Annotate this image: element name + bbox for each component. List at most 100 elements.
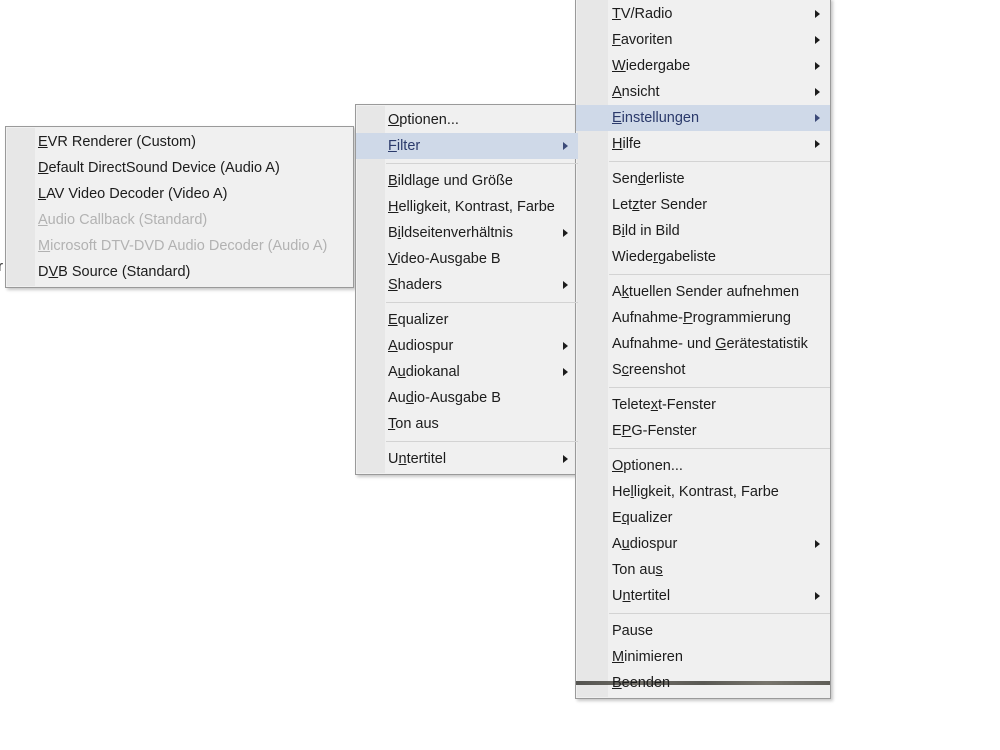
main-context-menu-list: TV/Radio FavoritenWiedergabeAnsicht Einste…	[576, 1, 830, 696]
main-context-menu-separator	[609, 448, 830, 449]
main-context-menu-item-aufnahme-und-geratestatistik[interactable]: Aufnahme- und Gerätestatistik	[576, 331, 830, 357]
main-context-menu-item-wiedergabe[interactable]: Wiedergabe	[576, 53, 830, 79]
settings-submenu-item-untertitel[interactable]: Untertitel	[356, 446, 578, 472]
settings-submenu-item-label: Bildlage und Größe	[388, 173, 513, 189]
settings-submenu-item-label: Bildseitenverhältnis	[388, 225, 513, 241]
main-context-menu-item-label: Beenden	[612, 675, 670, 691]
main-context-menu-item-beenden[interactable]: Beenden	[576, 670, 830, 696]
main-context-menu-item-label: Einstellungen	[612, 110, 699, 126]
main-context-menu-item-label: Hilfe	[612, 136, 641, 152]
settings-submenu-item-optionen[interactable]: Optionen...	[356, 107, 578, 133]
filter-device-menu-item-label: Audio Callback (Standard)	[38, 212, 207, 228]
main-context-menu-item-label: Minimieren	[612, 649, 683, 665]
filter-device-menu-item-default-directsound-device-audio-a[interactable]: Default DirectSound Device (Audio A)	[6, 155, 353, 181]
filter-device-menu-item-label: Default DirectSound Device (Audio A)	[38, 160, 280, 176]
settings-submenu-item-label: Video-Ausgabe B	[388, 251, 501, 267]
main-context-menu-item-audiospur[interactable]: Audiospur	[576, 531, 830, 557]
filter-device-menu-item-dvb-source-standard[interactable]: DVB Source (Standard)	[6, 259, 353, 285]
main-context-menu-item-equalizer[interactable]: Equalizer	[576, 505, 830, 531]
settings-submenu-item-video-ausgabe-b[interactable]: Video-Ausgabe B	[356, 246, 578, 272]
settings-submenu-item-label: Untertitel	[388, 451, 446, 467]
submenu-arrow-icon	[815, 540, 820, 548]
main-context-menu-item-ansicht[interactable]: Ansicht	[576, 79, 830, 105]
settings-submenu-item-label: Ton aus	[388, 416, 439, 432]
main-context-menu-item-ton-aus[interactable]: Ton aus	[576, 557, 830, 583]
filter-device-menu-item-evr-renderer-custom[interactable]: EVR Renderer (Custom)	[6, 129, 353, 155]
main-context-menu-separator	[609, 161, 830, 162]
main-context-menu-item-aufnahme-programmierung[interactable]: Aufnahme-Programmierung	[576, 305, 830, 331]
main-context-menu-item-label: Equalizer	[612, 510, 672, 526]
settings-submenu-item-label: Shaders	[388, 277, 442, 293]
main-context-menu-item-epg-fenster[interactable]: EPG-Fenster	[576, 418, 830, 444]
main-context-menu-item-pause[interactable]: Pause	[576, 618, 830, 644]
settings-submenu-separator	[386, 163, 578, 164]
main-context-menu-item-label: Wiedergabeliste	[612, 249, 716, 265]
settings-submenu-item-label: Audiospur	[388, 338, 453, 354]
filter-device-menu[interactable]: EVR Renderer (Custom) Default DirectSound…	[5, 126, 354, 288]
submenu-arrow-icon	[563, 229, 568, 237]
main-context-menu-separator	[609, 387, 830, 388]
main-context-menu-item-label: Optionen...	[612, 458, 683, 474]
main-context-menu-item-label: TV/Radio	[612, 6, 672, 22]
settings-submenu-list: Optionen... Filter Bildlage und Größe Helli…	[356, 107, 578, 472]
main-context-menu-item-tv-radio[interactable]: TV/Radio	[576, 1, 830, 27]
settings-submenu-item-label: Helligkeit, Kontrast, Farbe	[388, 199, 555, 215]
main-context-menu-item-label: EPG-Fenster	[612, 423, 697, 439]
submenu-arrow-icon	[563, 281, 568, 289]
main-context-menu-item-wiedergabeliste[interactable]: Wiedergabeliste	[576, 244, 830, 270]
submenu-arrow-icon	[815, 62, 820, 70]
main-context-menu-item-label: Senderliste	[612, 171, 685, 187]
filter-device-menu-item-label: DVB Source (Standard)	[38, 264, 190, 280]
main-context-menu-item-label: Ton aus	[612, 562, 663, 578]
main-context-menu[interactable]: TV/Radio FavoritenWiedergabeAnsicht Einste…	[575, 0, 831, 699]
settings-submenu[interactable]: Optionen... Filter Bildlage und Größe Helli…	[355, 104, 579, 475]
submenu-arrow-icon	[563, 142, 568, 150]
main-context-menu-item-bild-in-bild[interactable]: Bild in Bild	[576, 218, 830, 244]
submenu-arrow-icon	[815, 36, 820, 44]
submenu-arrow-icon	[563, 368, 568, 376]
settings-submenu-item-bildseitenverhaltnis[interactable]: Bildseitenverhältnis	[356, 220, 578, 246]
settings-submenu-separator	[386, 441, 578, 442]
main-context-menu-item-untertitel[interactable]: Untertitel	[576, 583, 830, 609]
main-context-menu-item-hilfe[interactable]: Hilfe	[576, 131, 830, 157]
main-context-menu-item-letzter-sender[interactable]: Letzter Sender	[576, 192, 830, 218]
main-context-menu-item-screenshot[interactable]: Screenshot	[576, 357, 830, 383]
filter-device-menu-item-label: EVR Renderer (Custom)	[38, 134, 196, 150]
settings-submenu-item-ton-aus[interactable]: Ton aus	[356, 411, 578, 437]
main-context-menu-item-label: Teletext-Fenster	[612, 397, 716, 413]
filter-device-menu-item-microsoft-dtv-dvd-audio-decoder-audio-a: Microsoft DTV-DVD Audio Decoder (Audio A…	[6, 233, 353, 259]
main-context-menu-item-senderliste[interactable]: Senderliste	[576, 166, 830, 192]
submenu-arrow-icon	[563, 342, 568, 350]
main-context-menu-item-helligkeit-kontrast-farbe[interactable]: Helligkeit, Kontrast, Farbe	[576, 479, 830, 505]
submenu-arrow-icon	[563, 455, 568, 463]
filter-device-menu-item-label: LAV Video Decoder (Video A)	[38, 186, 227, 202]
filter-device-menu-list: EVR Renderer (Custom) Default DirectSound…	[6, 129, 353, 285]
settings-submenu-item-label: Optionen...	[388, 112, 459, 128]
settings-submenu-item-bildlage-und-grosse[interactable]: Bildlage und Größe	[356, 168, 578, 194]
settings-submenu-item-filter[interactable]: Filter	[356, 133, 578, 159]
settings-submenu-item-helligkeit-kontrast-farbe[interactable]: Helligkeit, Kontrast, Farbe	[356, 194, 578, 220]
filter-device-menu-item-audio-callback-standard: Audio Callback (Standard)	[6, 207, 353, 233]
main-context-menu-item-einstellungen[interactable]: Einstellungen	[576, 105, 830, 131]
main-context-menu-separator	[609, 613, 830, 614]
main-context-menu-separator	[609, 274, 830, 275]
main-context-menu-item-teletext-fenster[interactable]: Teletext-Fenster	[576, 392, 830, 418]
settings-submenu-item-audiospur[interactable]: Audiospur	[356, 333, 578, 359]
settings-submenu-item-shaders[interactable]: Shaders	[356, 272, 578, 298]
filter-device-menu-item-lav-video-decoder-video-a[interactable]: LAV Video Decoder (Video A)	[6, 181, 353, 207]
main-context-menu-item-aktuellen-sender-aufnehmen[interactable]: Aktuellen Sender aufnehmen	[576, 279, 830, 305]
main-context-menu-item-minimieren[interactable]: Minimieren	[576, 644, 830, 670]
main-context-menu-item-favoriten[interactable]: Favoriten	[576, 27, 830, 53]
settings-submenu-item-audiokanal[interactable]: Audiokanal	[356, 359, 578, 385]
filter-device-menu-item-label: Microsoft DTV-DVD Audio Decoder (Audio A…	[38, 238, 327, 254]
background-stray-glyph: r	[0, 258, 3, 275]
main-context-menu-item-label: Screenshot	[612, 362, 685, 378]
settings-submenu-item-equalizer[interactable]: Equalizer	[356, 307, 578, 333]
settings-submenu-item-label: Audiokanal	[388, 364, 460, 380]
main-context-menu-item-optionen[interactable]: Optionen...	[576, 453, 830, 479]
main-context-menu-item-label: Untertitel	[612, 588, 670, 604]
settings-submenu-item-label: Equalizer	[388, 312, 448, 328]
settings-submenu-item-audio-ausgabe-b[interactable]: Audio-Ausgabe B	[356, 385, 578, 411]
submenu-arrow-icon	[815, 592, 820, 600]
submenu-arrow-icon	[815, 114, 820, 122]
